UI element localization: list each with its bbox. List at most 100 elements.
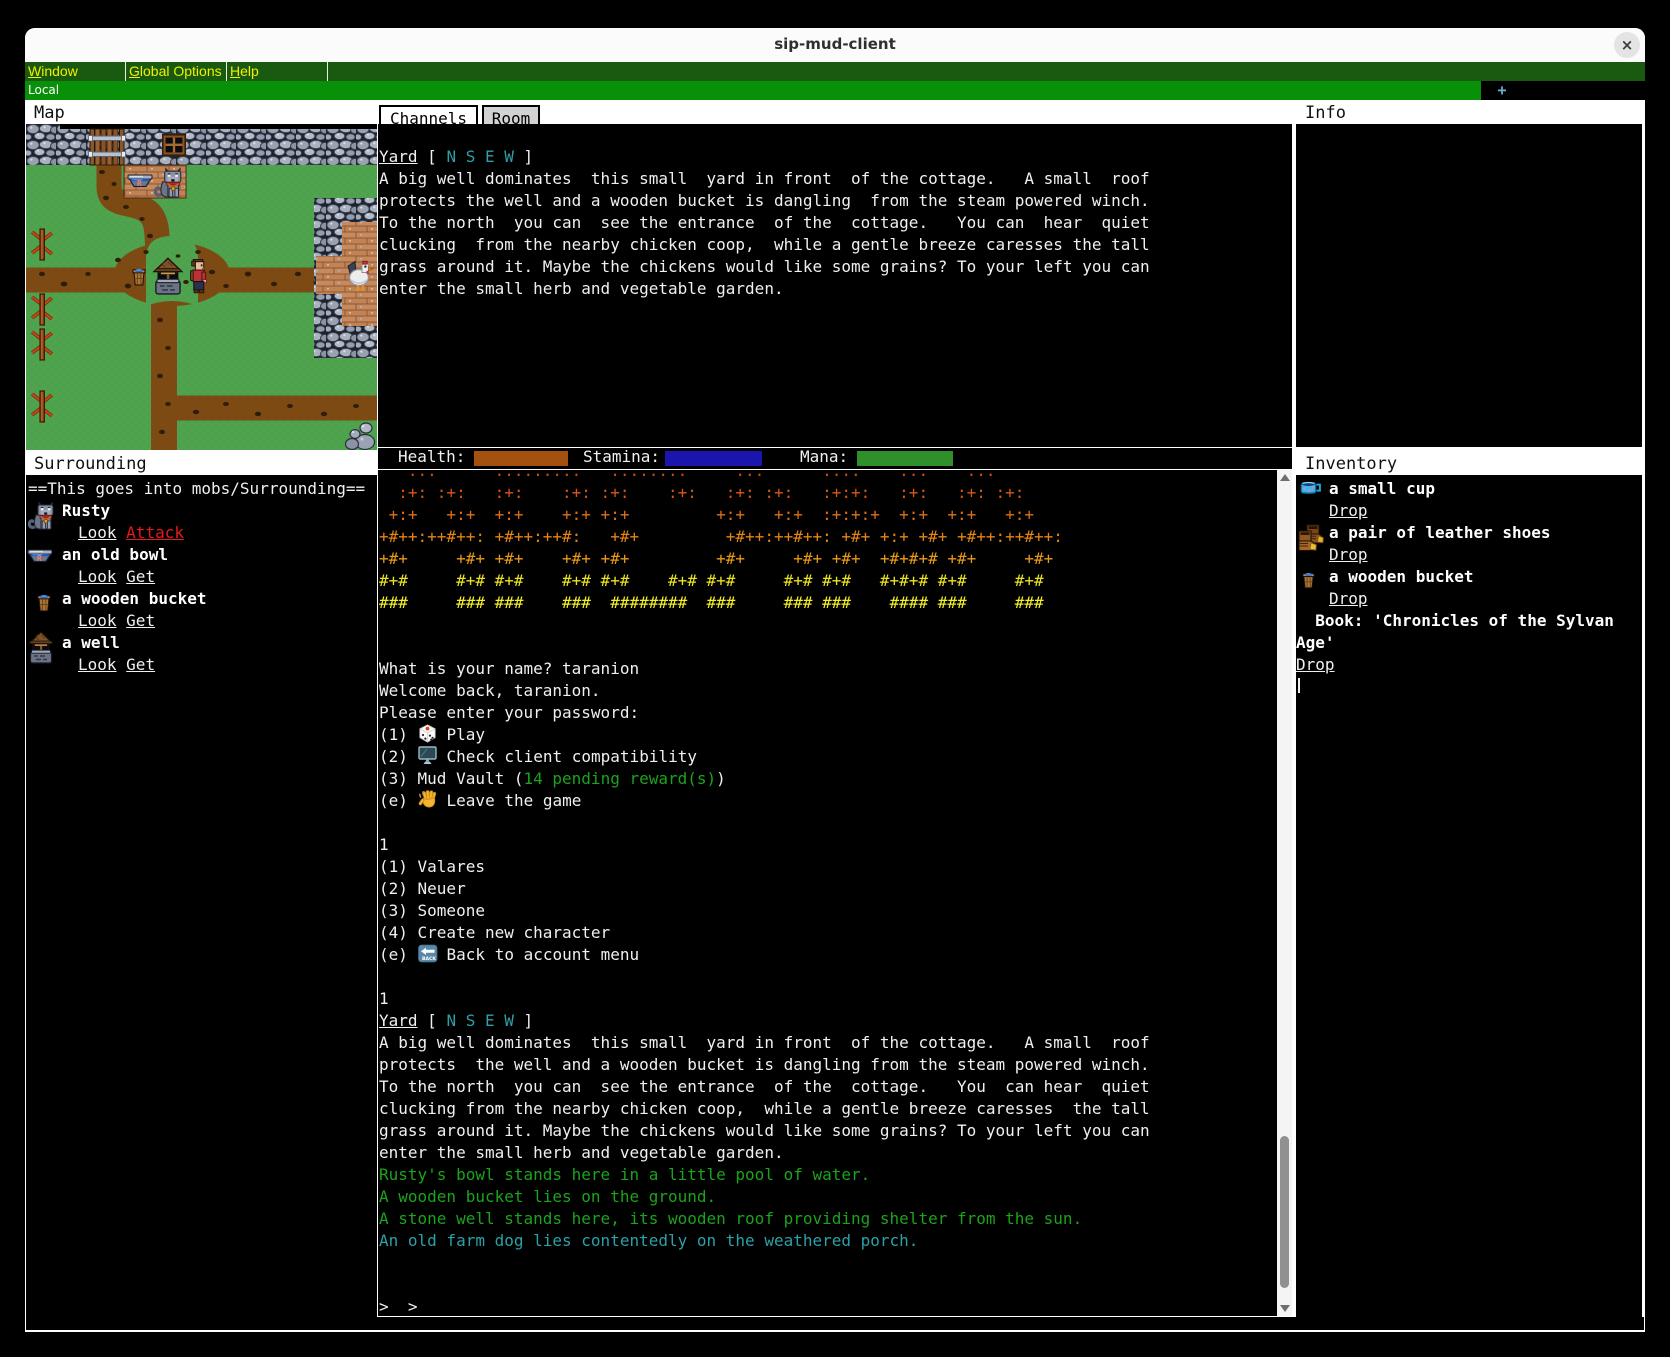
terminal-line: protects the well and a wooden bucket is…	[379, 1054, 1292, 1076]
health-bar	[474, 451, 568, 466]
terminal-line: #+# #+# #+# #+# #+# #+# #+# #+# #+# #+#+…	[379, 570, 1292, 592]
menu-global-options[interactable]: Global Options	[126, 62, 227, 81]
terminal-line: 1	[379, 834, 1292, 856]
shoes-icon	[1297, 524, 1327, 552]
inventory-item-name: a small cup	[1296, 478, 1642, 500]
tab-channels[interactable]: Channels	[379, 105, 478, 124]
info-panel-title: Info	[1305, 103, 1346, 123]
mob-name: a well	[26, 632, 377, 654]
scroll-down-icon[interactable]	[1280, 1305, 1290, 1312]
look-link[interactable]: Look	[78, 611, 117, 630]
terminal-line: A stone well stands here, its wooden roo…	[379, 1208, 1292, 1230]
inventory-panel-title: Inventory	[1305, 454, 1397, 474]
command-input-strip[interactable]	[26, 1317, 1644, 1330]
terminal-line	[379, 966, 1292, 988]
terminal-line: ::: ::::::::: :::::::: ::: :::: ::: :::	[379, 470, 1292, 482]
terminal-line: clucking from the nearby chicken coop, w…	[379, 1098, 1292, 1120]
session-tab-bar: Local +	[25, 81, 1645, 100]
terminal-line	[379, 1252, 1292, 1274]
inventory-item-name: a pair of leather shoes	[1296, 522, 1642, 544]
drop-link[interactable]: Drop	[1329, 545, 1368, 564]
get-link[interactable]: Get	[126, 655, 155, 674]
drop-link[interactable]: Drop	[1329, 501, 1368, 520]
add-tab-button[interactable]: +	[1487, 81, 1517, 100]
inventory-item-actions: Drop	[1296, 544, 1642, 566]
look-link[interactable]: Look	[78, 523, 117, 542]
map-bucket	[133, 269, 145, 285]
inventory-item-name: a wooden bucket	[1296, 566, 1642, 588]
map-image	[26, 124, 377, 450]
surrounding-panel: ==This goes into mobs/Surrounding== Rust…	[26, 475, 377, 1318]
mob-actions: Look Attack	[26, 522, 377, 544]
get-link[interactable]: Get	[126, 611, 155, 630]
terminal-line: clucking from the nearby chicken coop, w…	[379, 234, 1292, 256]
terminal-line: Please enter your password:	[379, 702, 1292, 724]
terminal-line: A big well dominates this small yard in …	[379, 1032, 1292, 1054]
bowl-icon	[27, 548, 52, 562]
terminal-line: Welcome back, taranion.	[379, 680, 1292, 702]
tab-room[interactable]: Room	[482, 105, 540, 124]
menu-window[interactable]: Window	[25, 62, 126, 81]
get-link[interactable]: Get	[126, 567, 155, 586]
info-panel	[1296, 124, 1642, 447]
close-icon[interactable]: ×	[1614, 32, 1640, 58]
status-bars: Health: Stamina: Mana:	[378, 448, 1292, 469]
menu-help[interactable]: Help	[227, 62, 328, 81]
terminal-line: Rusty's bowl stands here in a little poo…	[379, 1164, 1292, 1186]
back-icon	[418, 944, 447, 963]
inventory-item-actions: Drop	[1296, 500, 1642, 522]
text-cursor	[1298, 678, 1300, 693]
terminal-line: grass around it. Maybe the chickens woul…	[379, 256, 1292, 278]
mob-actions: Look Get	[26, 610, 377, 632]
terminal-line	[379, 614, 1292, 636]
terminal-line: An old farm dog lies contentedly on the …	[379, 1230, 1292, 1252]
terminal-line: (3) Someone	[379, 900, 1292, 922]
window-title: sip-mud-client	[25, 35, 1645, 53]
terminal-line: (3) Mud Vault (14 pending reward(s))	[379, 768, 1292, 790]
drop-link[interactable]: Drop	[1296, 655, 1335, 674]
terminal-line: +:+ +:+ +:+ +:+ +:+ +:+ +:+ :+:+:+ +:+ +…	[379, 504, 1292, 526]
terminal-line: +#++:++#++: +#++:++#: +#+ +#++:++#++: +#…	[379, 526, 1292, 548]
terminal-line: +#+ +#+ +#+ +#+ +#+ +#+ +#+ +#+ +#+#+# +…	[379, 548, 1292, 570]
main-content: Map Surrounding Info Inventory	[25, 100, 1645, 1332]
stamina-label: Stamina:	[583, 448, 660, 466]
menu-bar: Window Global Options Help	[25, 62, 1645, 81]
look-link[interactable]: Look	[78, 567, 117, 586]
terminal-line	[379, 1274, 1292, 1296]
tab-local[interactable]: Local	[25, 81, 1481, 100]
terminal-line: enter the small herb and vegetable garde…	[379, 1142, 1292, 1164]
mana-bar	[857, 451, 953, 466]
map-panel	[26, 124, 377, 450]
look-link[interactable]: Look	[78, 655, 117, 674]
surrounding-panel-title: Surrounding	[34, 454, 147, 474]
terminal-line: Yard [ N S E W ]	[379, 146, 1292, 168]
cup-icon	[1300, 480, 1321, 495]
well-icon	[28, 630, 53, 664]
terminal-line: (1) Play	[379, 724, 1292, 746]
terminal-line: enter the small herb and vegetable garde…	[379, 278, 1292, 300]
terminal-panel: ::: ::::::::: :::::::: ::: :::: ::: ::: …	[378, 470, 1292, 1316]
inventory-panel: a small cup Drop a pair of leather shoes…	[1296, 475, 1642, 1319]
terminal-scrollbar[interactable]	[1277, 470, 1292, 1316]
map-window	[163, 135, 185, 155]
inventory-book-line2: Age'	[1296, 632, 1642, 654]
inventory-item-actions: Drop	[1296, 588, 1642, 610]
terminal-line	[379, 124, 1292, 146]
title-bar[interactable]: sip-mud-client ×	[25, 28, 1645, 63]
terminal-line: grass around it. Maybe the chickens woul…	[379, 1120, 1292, 1142]
inventory-book-line1: Book: 'Chronicles of the Sylvan	[1296, 610, 1642, 632]
room-view-text: Yard [ N S E W ]A big well dominates thi…	[378, 124, 1292, 300]
terminal-line: To the north you can see the entrance of…	[379, 212, 1292, 234]
terminal-line: (4) Create new character	[379, 922, 1292, 944]
terminal-line: 1	[379, 988, 1292, 1010]
bucket-icon	[1302, 570, 1315, 589]
terminal-line: ### ### ### ### ######## ### ### ### ###…	[379, 592, 1292, 614]
drop-link[interactable]: Drop	[1329, 589, 1368, 608]
scrollbar-thumb[interactable]	[1280, 1136, 1289, 1288]
terminal-line: protects the well and a wooden bucket is…	[379, 190, 1292, 212]
room-view-panel: Yard [ N S E W ]A big well dominates thi…	[378, 124, 1292, 447]
attack-link[interactable]: Attack	[126, 523, 184, 542]
mob-name: a wooden bucket	[26, 588, 377, 610]
scroll-up-icon[interactable]	[1280, 474, 1290, 481]
die-icon	[418, 724, 447, 743]
